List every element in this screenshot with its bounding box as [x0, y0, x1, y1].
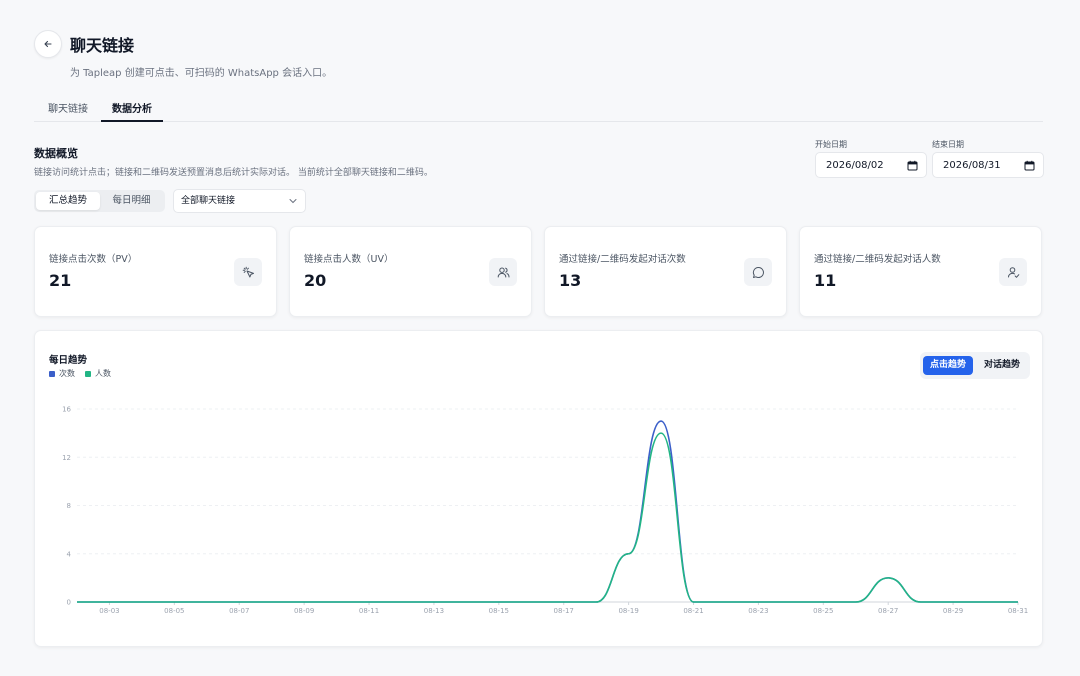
tab-chat-links[interactable]: 聊天链接 [48, 100, 88, 122]
x-tick-label: 08-31 [1008, 607, 1028, 615]
trend-line-chart: 0 4 8 12 16 08-03 08-05 08-07 08-09 08-11 08-13 08-… [62, 406, 1028, 616]
overview-title: 数据概览 [34, 147, 78, 160]
page-subtitle: 为 Tapleap 创建可点击、可扫码的 WhatsApp 会话入口。 [70, 68, 333, 79]
stat-card-uv: 链接点击人数（UV） 20 [289, 226, 532, 317]
stat-value: 11 [814, 271, 837, 290]
x-tick-label: 08-05 [164, 607, 184, 615]
start-date-value: 2026/08/02 [826, 159, 884, 171]
calendar-icon[interactable] [907, 160, 918, 171]
chat-bubble-icon [744, 258, 772, 286]
end-date-value: 2026/08/31 [943, 159, 1001, 171]
chevron-down-icon [289, 199, 297, 204]
stat-value: 21 [49, 271, 72, 290]
stat-label: 通过链接/二维码发起对话人数 [814, 254, 941, 265]
page-title: 聊天链接 [70, 36, 135, 55]
x-tick-label: 08-21 [683, 607, 703, 615]
user-check-icon [999, 258, 1027, 286]
x-tick-label: 08-19 [618, 607, 638, 615]
y-tick-label: 4 [67, 550, 72, 558]
x-tick-label: 08-11 [359, 607, 379, 615]
start-date-input[interactable]: 2026/08/02 [815, 152, 927, 178]
back-button[interactable] [34, 30, 62, 58]
x-tick-label: 08-15 [489, 607, 509, 615]
x-tick-label: 08-23 [748, 607, 768, 615]
stat-label: 通过链接/二维码发起对话次数 [559, 254, 686, 265]
y-tick-label: 12 [62, 454, 71, 462]
tab-analytics[interactable]: 数据分析 [101, 100, 163, 122]
stat-card-pv: 链接点击次数（PV） 21 [34, 226, 277, 317]
series-line-people [76, 432, 1018, 603]
x-tick-label: 08-07 [229, 607, 249, 615]
series-line-count [76, 420, 1018, 603]
x-tick-label: 08-29 [943, 607, 963, 615]
end-date-input[interactable]: 2026/08/31 [932, 152, 1044, 178]
stat-value: 13 [559, 271, 582, 290]
cursor-click-icon [234, 258, 262, 286]
calendar-icon[interactable] [1024, 160, 1035, 171]
x-tick-label: 08-13 [424, 607, 444, 615]
arrow-left-icon [44, 40, 52, 48]
y-tick-label: 16 [62, 406, 71, 414]
x-tick-label: 08-25 [813, 607, 833, 615]
daily-trend-card: 每日趋势 次数 人数 点击趋势 对话趋势 0 4 8 12 16 08-03 08-05 08… [34, 330, 1043, 647]
view-toggle: 汇总趋势 每日明细 [34, 190, 165, 212]
x-tick-label: 08-17 [554, 607, 574, 615]
stat-card-chat-users: 通过链接/二维码发起对话人数 11 [799, 226, 1042, 317]
link-filter-select[interactable]: 全部聊天链接 [173, 189, 306, 213]
y-tick-label: 0 [67, 599, 71, 607]
x-tick-label: 08-27 [878, 607, 898, 615]
y-tick-label: 8 [67, 502, 71, 510]
users-icon [489, 258, 517, 286]
link-filter-value: 全部聊天链接 [181, 196, 236, 206]
stat-value: 20 [304, 271, 327, 290]
summary-trend-button[interactable]: 汇总趋势 [36, 192, 100, 210]
x-tick-label: 08-03 [99, 607, 119, 615]
start-date-label: 开始日期 [815, 140, 847, 149]
overview-description: 链接访问统计点击；链接和二维码发送预置消息后统计实际对话。 当前统计全部聊天链接… [34, 168, 433, 178]
stat-label: 链接点击人数（UV） [304, 254, 394, 265]
daily-detail-button[interactable]: 每日明细 [100, 192, 163, 210]
x-tick-label: 08-09 [294, 607, 314, 615]
stat-label: 链接点击次数（PV） [49, 254, 138, 265]
stat-card-chats: 通过链接/二维码发起对话次数 13 [544, 226, 787, 317]
tab-bar: 聊天链接 数据分析 [34, 96, 1043, 122]
end-date-label: 结束日期 [932, 140, 964, 149]
